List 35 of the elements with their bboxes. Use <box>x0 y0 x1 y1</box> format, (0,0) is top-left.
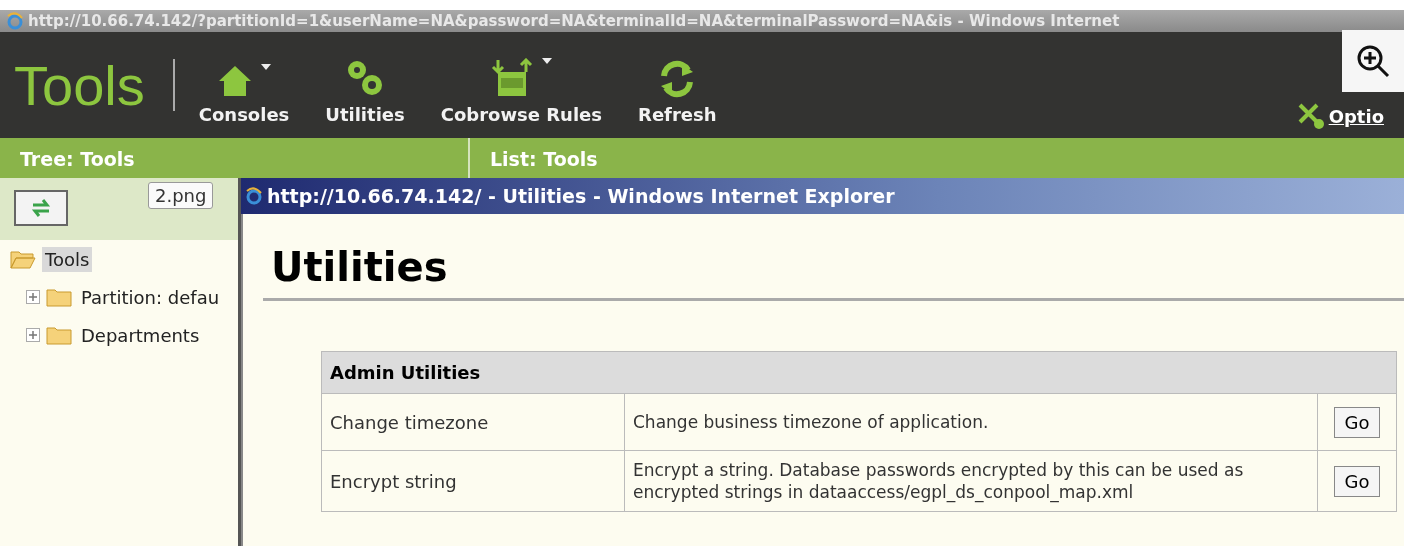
zoom-in-icon <box>1356 44 1390 78</box>
toolbar-button[interactable]: Utilities <box>325 58 405 125</box>
xml-file-icon <box>490 58 535 98</box>
toolbar-button[interactable]: Cobrowse Rules <box>440 58 603 125</box>
toolbar-button[interactable]: Consoles <box>198 64 290 125</box>
browser-logo-icon <box>6 12 24 30</box>
zoom-in-button[interactable] <box>1342 30 1404 92</box>
popup-title: http://10.66.74.142/ - Utilities - Windows Internet Explorer <box>267 185 895 207</box>
options-link[interactable]: Optio <box>1328 105 1384 127</box>
expand-toggle[interactable] <box>26 290 40 304</box>
table-cell: Change timezone <box>321 393 625 451</box>
tree-item[interactable]: Tools <box>42 246 93 272</box>
table-cell: Change business timezone of application. <box>624 393 1318 451</box>
folder-icon <box>46 325 72 345</box>
tools-icon <box>1296 102 1325 130</box>
tooltip: 2.png <box>148 182 214 209</box>
table-cell: Encrypt string <box>321 450 625 512</box>
toolbar-button[interactable]: Refresh <box>638 60 717 125</box>
tree-item[interactable]: Departments <box>78 322 203 348</box>
go-button[interactable]: Go <box>1333 465 1381 497</box>
app-title: Tools <box>14 52 145 118</box>
table-cell: Encrypt a string. Database passwords encrypted by this can be used as encrypted strings in dataaccess/egpl_ds_conpool_map.xml <box>624 450 1318 512</box>
window-title: http://10.66.74.142/?partitionId=1&userName=NA&password=NA&terminalId=NA&terminalPassword=NA&is - Windows Internet <box>28 12 1120 30</box>
expand-toggle[interactable] <box>26 328 40 342</box>
house-icon <box>217 64 253 98</box>
tree-header: Tree: Tools <box>19 147 135 172</box>
go-button[interactable]: Go <box>1333 406 1381 438</box>
tree-item[interactable]: Partition: defau <box>78 284 223 310</box>
page-heading: Utilities <box>263 214 1404 301</box>
folder-icon <box>46 287 72 307</box>
browser-logo-icon <box>245 187 263 205</box>
list-header: List: Tools <box>489 147 598 172</box>
refresh-button[interactable] <box>14 190 68 226</box>
table-caption: Admin Utilities <box>321 351 1397 394</box>
gears-icon <box>345 58 385 98</box>
